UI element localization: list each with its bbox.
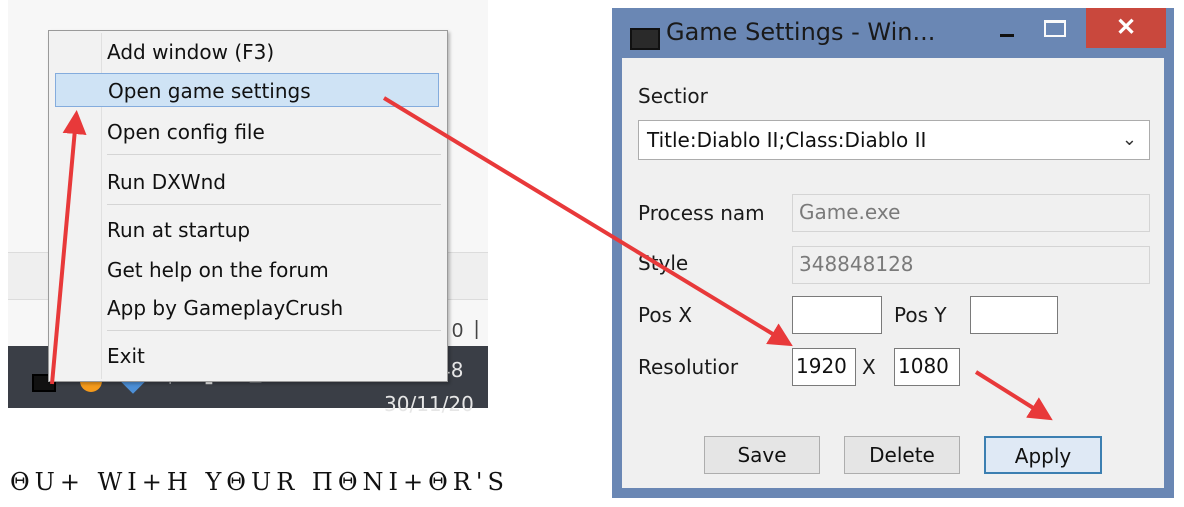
resolution-separator: X — [862, 355, 876, 379]
process-name-field[interactable]: Game.exe — [792, 194, 1150, 232]
close-button[interactable]: ✕ — [1086, 8, 1166, 48]
section-dropdown-value: Title:Diablo II;Class:Diablo II — [647, 128, 927, 152]
menu-item-get-help[interactable]: Get help on the forum — [107, 253, 329, 287]
menu-separator — [107, 154, 441, 155]
title-bar[interactable]: Game Settings - Win... ✕ — [612, 8, 1174, 58]
menu-item-run-at-startup[interactable]: Run at startup — [107, 213, 250, 247]
pos-x-field[interactable] — [792, 296, 882, 334]
menu-item-open-config-file[interactable]: Open config file — [107, 115, 265, 149]
menu-item-run-dxwnd[interactable]: Run DXWnd — [107, 165, 226, 199]
resolution-label: Resolutior — [638, 355, 739, 379]
menu-separator — [107, 330, 441, 331]
save-button[interactable]: Save — [704, 436, 820, 474]
clock-date[interactable]: 30/11/20 — [384, 392, 474, 416]
apply-button[interactable]: Apply — [984, 436, 1102, 474]
resolution-width-field[interactable]: 1920 — [792, 348, 856, 386]
maximize-button[interactable] — [1036, 12, 1076, 48]
pos-x-label: Pos X — [638, 303, 693, 327]
game-settings-dialog: Game Settings - Win... ✕ Sectior Title:D… — [612, 8, 1174, 498]
pos-y-field[interactable] — [970, 296, 1058, 334]
pos-y-label: Pos Y — [894, 303, 947, 327]
chevron-down-icon: ⌄ — [1121, 129, 1137, 150]
style-label: Style — [638, 251, 689, 275]
dialog-client-area: Sectior Title:Diablo II;Class:Diablo II … — [622, 58, 1164, 488]
section-dropdown[interactable]: Title:Diablo II;Class:Diablo II ⌄ — [638, 120, 1150, 160]
tray-context-menu: Add window (F3) Open game settings Open … — [48, 30, 448, 382]
menu-item-app-by[interactable]: App by GameplayCrush — [107, 291, 343, 325]
menu-item-add-window[interactable]: Add window (F3) — [107, 35, 274, 69]
close-icon: ✕ — [1115, 14, 1137, 41]
style-field[interactable]: 348848128 — [792, 246, 1150, 284]
resolution-height-field[interactable]: 1080 — [894, 348, 960, 386]
background-glyph: 0 — [452, 320, 464, 342]
menu-item-open-game-settings[interactable]: Open game settings — [55, 73, 439, 107]
minimize-button[interactable] — [986, 12, 1026, 48]
window-title: Game Settings - Win... — [666, 18, 936, 46]
app-icon — [630, 28, 660, 50]
decorative-caption: ΘU+ WI+H YΘUR ΠΘNI+ΘR'S — [10, 468, 509, 496]
section-label: Sectior — [638, 84, 708, 108]
menu-item-exit[interactable]: Exit — [107, 339, 145, 373]
process-name-label: Process nam — [638, 201, 765, 225]
background-glyph: | — [474, 318, 480, 340]
menu-separator — [107, 204, 441, 205]
delete-button[interactable]: Delete — [844, 436, 960, 474]
